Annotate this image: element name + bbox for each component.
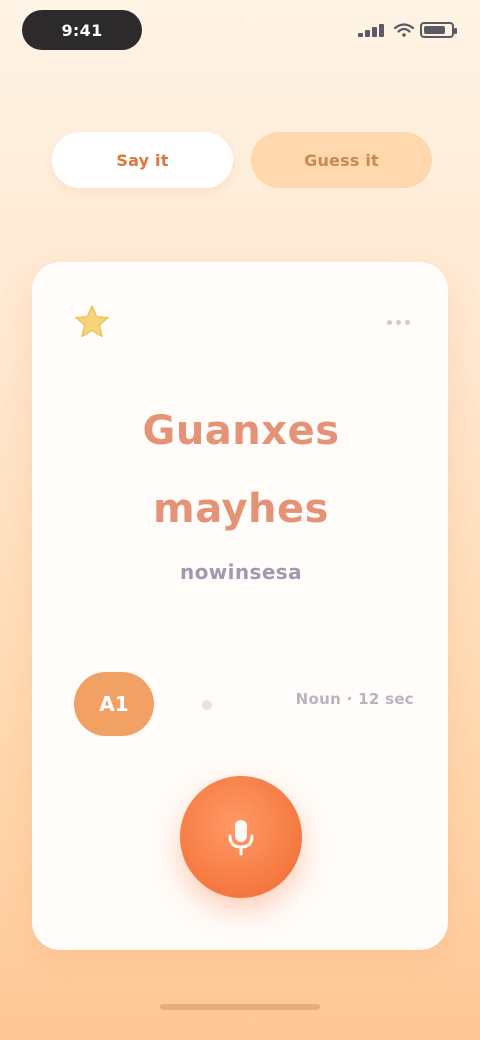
card-header xyxy=(32,262,448,372)
word-line: mayhes xyxy=(153,486,329,532)
more-icon[interactable] xyxy=(380,304,416,340)
tab-label: Say it xyxy=(116,150,169,170)
home-indicator[interactable] xyxy=(160,1004,320,1010)
microphone-button[interactable] xyxy=(180,776,302,898)
star-icon xyxy=(66,296,118,348)
time-display: 9:41 xyxy=(22,10,142,50)
word-meta: Noun · 12 sec xyxy=(295,690,414,708)
word-meta-row: A1 Noun · 12 sec xyxy=(74,664,414,744)
word-translation: nowinsesa xyxy=(179,560,303,584)
signal-icon xyxy=(358,23,388,37)
mode-tabs: Say it Guess it xyxy=(52,132,432,188)
time-label: 9:41 xyxy=(61,20,103,40)
bottom-bar xyxy=(0,956,480,1040)
tab-label: Guess it xyxy=(304,150,379,170)
word-line: Guanxes xyxy=(142,408,340,454)
level-label: A1 xyxy=(99,692,129,716)
separator-dot xyxy=(202,700,212,710)
level-badge: A1 xyxy=(74,672,154,736)
battery-fill xyxy=(424,26,445,34)
word-display: Guanxes mayhes nowinsesa xyxy=(96,392,386,592)
wifi-icon xyxy=(394,23,414,37)
tab-guess-it[interactable]: Guess it xyxy=(251,132,432,188)
microphone-icon xyxy=(228,820,254,856)
status-bar: 9:41 xyxy=(0,0,480,64)
tab-say-it[interactable]: Say it xyxy=(52,132,233,188)
battery-icon xyxy=(420,22,457,38)
status-icons xyxy=(354,20,457,40)
